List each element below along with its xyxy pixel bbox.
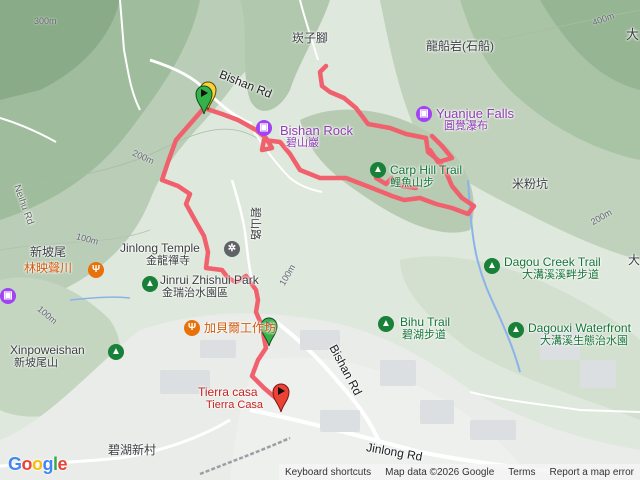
report-error-link[interactable]: Report a map error xyxy=(550,467,634,478)
keyboard-shortcuts-link[interactable]: Keyboard shortcuts xyxy=(285,467,371,478)
place-label-partial-top-right: 大 xyxy=(626,27,640,42)
poi-label-yuanjue-falls-cn: 圓覺瀑布 xyxy=(444,120,488,132)
tree-icon[interactable]: ▲ xyxy=(370,162,386,178)
camera-icon[interactable]: ▣ xyxy=(416,106,432,122)
place-label-xinpoweishan-cn: 新坡尾山 xyxy=(14,357,58,369)
poi-label-dagou-creek[interactable]: Dagou Creek Trail xyxy=(504,256,601,268)
contour-label: 300m xyxy=(34,16,57,26)
map-data-attribution: Map data ©2026 Google xyxy=(385,466,495,478)
poi-label-bihu-trail-cn: 碧湖步道 xyxy=(402,329,446,341)
temple-icon[interactable]: ✲ xyxy=(224,241,240,257)
poi-label-linyingsheng[interactable]: 林映聲川 xyxy=(24,262,72,274)
map-canvas[interactable]: ▣ ▲ ▣ ✲ ▲ Ψ Ψ ▲ ▲ ▲ ▲ ▣ Bishan Rd Bishan… xyxy=(0,0,640,480)
map-footer: Keyboard shortcuts Map data ©2026 Google… xyxy=(278,464,640,480)
camera-icon[interactable]: ▣ xyxy=(0,288,16,304)
restaurant-icon[interactable]: Ψ xyxy=(88,262,104,278)
route-start-pin-icon[interactable] xyxy=(192,82,216,116)
terms-link[interactable]: Terms xyxy=(508,467,535,478)
poi-label-jinlong-temple-cn: 金龍禪寺 xyxy=(146,255,190,267)
poi-label-tierra-casa-cn: Tierra Casa xyxy=(206,399,264,411)
google-logo: Google xyxy=(8,454,68,474)
place-label-xinpowei: 新坡尾 xyxy=(30,245,67,259)
poi-label-dagouxi-waterfront[interactable]: Dagouxi Waterfront xyxy=(528,322,631,334)
poi-label-jinlong-temple[interactable]: Jinlong Temple xyxy=(120,242,200,254)
place-label-bihu-village: 碧湖新村 xyxy=(108,443,157,457)
poi-label-carp-trail[interactable]: Carp Hill Trail xyxy=(390,164,462,176)
poi-label-jinrui-park-cn: 金瑞治水園區 xyxy=(162,287,228,299)
place-label-junzijiao: 崁子腳 xyxy=(292,31,329,45)
route-end-pin-icon[interactable] xyxy=(270,380,292,414)
poi-label-carp-trail-cn: 鯉魚山步 xyxy=(390,177,434,189)
poi-label-tierra-casa[interactable]: Tierra casa xyxy=(198,386,258,398)
tree-icon[interactable]: ▲ xyxy=(142,276,158,292)
poi-label-dagou-creek-cn: 大溝溪溪畔步道 xyxy=(522,269,599,281)
place-label-xinpoweishan[interactable]: Xinpoweishan xyxy=(10,344,85,356)
poi-label-bishan-rock-cn: 碧山巖 xyxy=(286,137,319,149)
place-label-partial-right: 大 xyxy=(628,253,640,267)
tree-icon[interactable]: ▲ xyxy=(508,322,524,338)
poi-label-yuanjue-falls[interactable]: Yuanjue Falls xyxy=(436,107,514,120)
poi-label-jiabeier[interactable]: 加貝爾工作坊 xyxy=(204,322,276,334)
place-label-longchuanyan: 龍船岩(石船) xyxy=(426,39,494,53)
road-label-bishan-road-cn: 碧山路 xyxy=(249,207,261,240)
poi-label-bishan-rock[interactable]: Bishan Rock xyxy=(280,124,353,137)
tree-icon[interactable]: ▲ xyxy=(378,316,394,332)
place-label-mifenkeng: 米粉坑 xyxy=(512,177,549,191)
poi-label-bihu-trail[interactable]: Bihu Trail xyxy=(400,316,450,328)
restaurant-icon[interactable]: Ψ xyxy=(184,320,200,336)
poi-label-dagouxi-waterfront-cn: 大溝溪生態治水園 xyxy=(540,335,628,347)
tree-icon[interactable]: ▲ xyxy=(108,344,124,360)
poi-label-jinrui-park[interactable]: Jinrui Zhishui Park xyxy=(160,274,259,286)
camera-icon[interactable]: ▣ xyxy=(256,120,272,136)
tree-icon[interactable]: ▲ xyxy=(484,258,500,274)
